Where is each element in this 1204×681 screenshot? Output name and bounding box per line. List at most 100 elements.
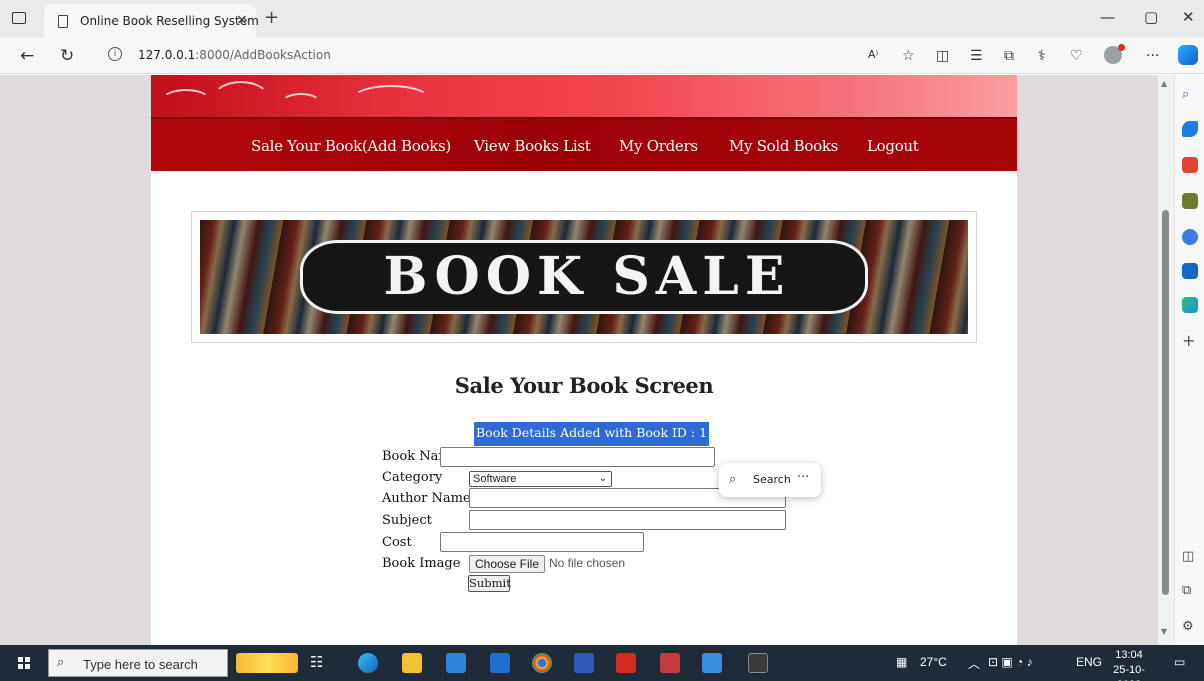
- refresh-icon[interactable]: ↻: [60, 46, 74, 66]
- chrome-app-icon[interactable]: [532, 653, 552, 673]
- task-view-icon[interactable]: ☷: [310, 653, 330, 673]
- sidebar-toggle-icon[interactable]: ◫: [1182, 549, 1198, 565]
- page-scrollbar[interactable]: ▲ ▼: [1158, 75, 1174, 645]
- store-app-icon[interactable]: [446, 653, 466, 673]
- start-windows-icon[interactable]: [18, 657, 30, 669]
- language-indicator[interactable]: ENG: [1076, 655, 1102, 669]
- scroll-up-icon[interactable]: ▲: [1161, 79, 1167, 88]
- status-message: Book Details Added with Book ID : 1: [474, 422, 710, 446]
- book-sale-image: BOOK SALE: [200, 220, 968, 334]
- weather-temp[interactable]: 27°C: [920, 655, 947, 669]
- settings-gear-icon[interactable]: ⚙: [1182, 619, 1198, 635]
- subject-label: Subject: [382, 513, 432, 528]
- back-icon[interactable]: ←: [20, 46, 34, 66]
- sidebar-search-icon[interactable]: ⌕: [1182, 87, 1198, 103]
- minimize-icon[interactable]: —: [1100, 8, 1115, 26]
- page-container: Sale Your Book(Add Books) View Books Lis…: [151, 75, 1017, 645]
- page-viewport: Sale Your Book(Add Books) View Books Lis…: [0, 75, 1158, 645]
- restore-icon[interactable]: ▢: [1144, 8, 1158, 26]
- taskbar-search-box[interactable]: ⌕ Type here to search: [48, 649, 228, 677]
- selection-search-popup: ⌕ Search ···: [719, 463, 821, 497]
- book-name-input[interactable]: [440, 447, 715, 467]
- nav-add-books[interactable]: Sale Your Book(Add Books): [251, 137, 451, 155]
- sidebar-games-icon[interactable]: [1182, 193, 1198, 209]
- extensions-icon[interactable]: ⚕: [1038, 48, 1046, 64]
- notifications-icon[interactable]: ▭: [1174, 655, 1185, 669]
- banner-text: BOOK SALE: [383, 246, 791, 307]
- taskbar-widget-icon[interactable]: [236, 653, 298, 673]
- sidebar-m365-icon[interactable]: [1182, 229, 1198, 245]
- sidebar-add-icon[interactable]: +: [1182, 331, 1198, 350]
- popup-search-label[interactable]: Search: [753, 473, 791, 486]
- weather-icon[interactable]: ▦: [896, 655, 907, 669]
- pinned-app-icon[interactable]: [660, 653, 680, 673]
- copilot-icon[interactable]: [1178, 45, 1198, 65]
- choose-file-button[interactable]: Choose File: [469, 555, 545, 573]
- nav-my-orders[interactable]: My Orders: [619, 137, 698, 155]
- clock-date: 25-10-2023: [1113, 664, 1145, 681]
- header-banner: [151, 75, 1017, 117]
- book-image-label: Book Image: [382, 556, 461, 571]
- tray-chevron-icon[interactable]: ︿: [968, 655, 980, 672]
- main-nav: Sale Your Book(Add Books) View Books Lis…: [151, 117, 1017, 171]
- clock-time: 13:04: [1115, 649, 1143, 661]
- chevron-down-icon: ⌄: [598, 473, 607, 484]
- nav-logout[interactable]: Logout: [867, 137, 919, 155]
- window-close-icon[interactable]: ✕: [1182, 8, 1195, 26]
- tab-actions-icon[interactable]: [12, 12, 26, 24]
- word-app-icon[interactable]: [574, 653, 594, 673]
- edge-app-icon[interactable]: [358, 653, 378, 673]
- search-icon: ⌕: [57, 655, 65, 670]
- category-value: Software: [473, 473, 517, 485]
- cost-label: Cost: [382, 535, 412, 550]
- collections-icon[interactable]: ⧉: [1004, 48, 1014, 64]
- book-sale-banner: BOOK SALE: [191, 211, 977, 343]
- terminal-app-icon[interactable]: [748, 653, 768, 673]
- favorites-icon[interactable]: ☰: [970, 48, 983, 64]
- sidebar-tools-icon[interactable]: [1182, 157, 1198, 173]
- favorite-star-icon[interactable]: ☆: [902, 48, 915, 64]
- sidebar-outlook-icon[interactable]: [1182, 263, 1198, 279]
- page-title: Sale Your Book Screen: [454, 373, 714, 398]
- file-status-text: No file chosen: [549, 556, 626, 570]
- category-select[interactable]: Software ⌄: [469, 471, 612, 487]
- tray-icons[interactable]: ⊡ ▣ ◔ ♪: [988, 655, 1033, 669]
- scrollbar-thumb[interactable]: [1162, 210, 1169, 595]
- browser-tab[interactable]: Online Book Reselling System ×: [44, 4, 259, 38]
- banner-plate: BOOK SALE: [300, 240, 868, 314]
- pinned-app-icon-2[interactable]: [702, 653, 722, 673]
- author-name-label: Author Name: [382, 491, 471, 506]
- nav-view-books[interactable]: View Books List: [474, 137, 591, 155]
- sidebar-shopping-icon[interactable]: [1182, 121, 1198, 137]
- read-aloud-icon[interactable]: A⁾: [868, 48, 878, 61]
- popup-more-icon[interactable]: ···: [797, 470, 809, 485]
- subject-input[interactable]: [469, 510, 786, 530]
- new-tab-icon[interactable]: +: [264, 7, 279, 28]
- mail-app-icon[interactable]: [490, 653, 510, 673]
- search-icon[interactable]: ⌕: [729, 472, 736, 487]
- browser-essentials-icon[interactable]: ♡: [1070, 48, 1083, 64]
- profile-avatar[interactable]: [1104, 44, 1125, 64]
- tab-close-icon[interactable]: ×: [236, 12, 248, 28]
- scroll-down-icon[interactable]: ▼: [1161, 627, 1167, 636]
- more-menu-icon[interactable]: ···: [1146, 48, 1159, 64]
- open-external-icon[interactable]: ⧉: [1182, 583, 1198, 599]
- file-explorer-icon[interactable]: [402, 653, 422, 673]
- nav-my-sold-books[interactable]: My Sold Books: [729, 137, 838, 155]
- submit-button[interactable]: Submit: [468, 575, 511, 592]
- sidebar-drop-icon[interactable]: [1182, 297, 1198, 313]
- acrobat-app-icon[interactable]: [616, 653, 636, 673]
- url-text: 127.0.0.1:8000/AddBooksAction: [138, 48, 331, 62]
- page-icon: [58, 15, 68, 28]
- site-info-icon[interactable]: i: [108, 47, 122, 61]
- taskbar-search-placeholder: Type here to search: [83, 657, 198, 672]
- address-bar[interactable]: i 127.0.0.1:8000/AddBooksAction: [92, 42, 872, 70]
- browser-toolbar: ← ↻ i 127.0.0.1:8000/AddBooksAction A⁾ ☆…: [0, 38, 1204, 74]
- system-clock[interactable]: 13:04 25-10-2023: [1104, 648, 1154, 681]
- windows-taskbar: ⌕ Type here to search ☷ ▦ 27°C ︿ ⊡ ▣ ◔ ♪…: [0, 645, 1204, 681]
- browser-tab-bar: Online Book Reselling System × + — ▢ ✕: [0, 0, 1204, 38]
- split-screen-icon[interactable]: ◫: [936, 48, 949, 64]
- edge-sidebar: ⌕ + ◫ ⧉ ⚙: [1174, 75, 1204, 645]
- cost-input[interactable]: [440, 532, 644, 552]
- tab-title: Online Book Reselling System: [80, 14, 259, 28]
